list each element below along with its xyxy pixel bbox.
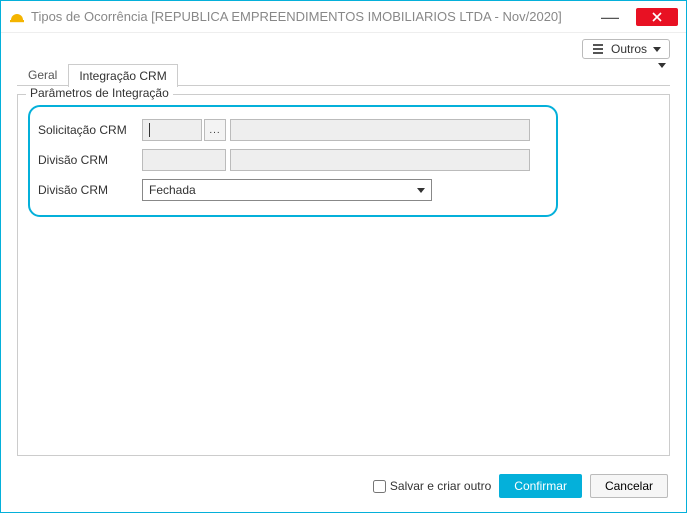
label-divisao-crm-1: Divisão CRM <box>38 153 142 167</box>
chevron-down-icon <box>653 47 661 52</box>
window-frame: Tipos de Ocorrência [REPUBLICA EMPREENDI… <box>0 0 687 513</box>
text-cursor <box>149 123 150 137</box>
divisao-crm-desc-input[interactable] <box>230 149 530 171</box>
checkbox-input[interactable] <box>373 480 386 493</box>
list-icon <box>591 43 605 55</box>
groupbox-parametros: Parâmetros de Integração Solicitação CRM… <box>17 94 670 456</box>
divisao-crm-code-input[interactable] <box>142 149 226 171</box>
close-button[interactable] <box>636 8 678 26</box>
row-divisao-crm-lookup: Divisão CRM <box>38 149 544 171</box>
save-and-create-another-checkbox[interactable]: Salvar e criar outro <box>373 479 491 493</box>
tab-bar: Geral Integração CRM <box>1 63 686 86</box>
ellipsis-icon: ... <box>209 125 220 136</box>
window-title: Tipos de Ocorrência [REPUBLICA EMPREENDI… <box>31 9 592 24</box>
highlight-region: Solicitação CRM ... Divisão CRM Divisão <box>28 105 558 217</box>
window-controls: — <box>592 7 682 27</box>
outros-button[interactable]: Outros <box>582 39 670 59</box>
footer: Salvar e criar outro Confirmar Cancelar <box>1 464 686 512</box>
chevron-down-icon <box>417 188 425 193</box>
select-value: Fechada <box>149 183 196 197</box>
tab-integracao-crm[interactable]: Integração CRM <box>68 64 177 87</box>
tab-geral[interactable]: Geral <box>17 63 68 86</box>
titlebar: Tipos de Ocorrência [REPUBLICA EMPREENDI… <box>1 1 686 33</box>
chevron-down-icon <box>658 63 666 82</box>
label-divisao-crm-2: Divisão CRM <box>38 183 142 197</box>
minimize-button[interactable]: — <box>592 7 628 27</box>
outros-label: Outros <box>611 42 647 56</box>
tab-overflow-button[interactable] <box>654 68 670 84</box>
cancel-button[interactable]: Cancelar <box>590 474 668 498</box>
groupbox-legend: Parâmetros de Integração <box>26 86 173 100</box>
label-solicitacao-crm: Solicitação CRM <box>38 123 142 137</box>
toolbar: Outros <box>1 33 686 63</box>
row-divisao-crm-select: Divisão CRM Fechada <box>38 179 544 201</box>
solicitacao-crm-code-input[interactable] <box>142 119 202 141</box>
checkbox-label: Salvar e criar outro <box>390 479 491 493</box>
solicitacao-crm-desc-input[interactable] <box>230 119 530 141</box>
content-area: Parâmetros de Integração Solicitação CRM… <box>1 86 686 464</box>
row-solicitacao-crm: Solicitação CRM ... <box>38 119 544 141</box>
hardhat-icon <box>9 9 25 25</box>
lookup-button[interactable]: ... <box>204 119 226 141</box>
confirm-button[interactable]: Confirmar <box>499 474 582 498</box>
divisao-crm-select[interactable]: Fechada <box>142 179 432 201</box>
